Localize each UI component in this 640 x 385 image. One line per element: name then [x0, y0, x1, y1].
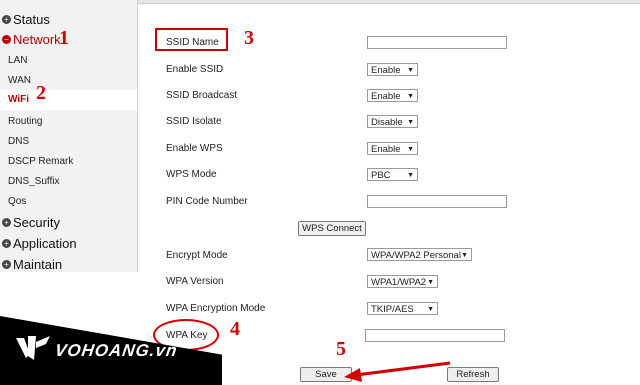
- sidebar-group-label: Application: [13, 235, 77, 251]
- expand-icon: +: [2, 259, 11, 269]
- refresh-button[interactable]: Refresh: [447, 367, 499, 382]
- annotation-3: 3: [244, 27, 254, 49]
- wpa-encryption-select[interactable]: TKIP/AES ▼: [367, 302, 438, 315]
- sidebar-group-security[interactable]: + Security: [2, 212, 60, 232]
- top-frame-strip: [137, 0, 640, 4]
- logo-mark-icon: [16, 336, 50, 360]
- pin-code-input[interactable]: [367, 195, 507, 208]
- sidebar: + Status − Network LAN WAN WiFi Routing …: [0, 0, 138, 272]
- dropdown-arrow-icon: ▼: [407, 172, 414, 179]
- expand-icon: +: [2, 14, 11, 24]
- encrypt-mode-label: Encrypt Mode: [166, 250, 228, 261]
- dropdown-arrow-icon: ▼: [407, 67, 414, 74]
- ssid-broadcast-select[interactable]: Enable ▼: [367, 89, 418, 102]
- select-value: TKIP/AES: [371, 304, 414, 315]
- sidebar-group-label: Security: [13, 214, 60, 230]
- sidebar-item-wan[interactable]: WAN: [8, 75, 31, 86]
- sidebar-item-routing[interactable]: Routing: [8, 116, 42, 127]
- wps-mode-label: WPS Mode: [166, 169, 217, 180]
- dropdown-arrow-icon: ▼: [427, 306, 434, 313]
- ssid-isolate-select[interactable]: Disable ▼: [367, 115, 418, 128]
- dropdown-arrow-icon: ▼: [427, 279, 434, 286]
- logo-text: VOHOANG.vn: [53, 341, 179, 360]
- enable-ssid-select[interactable]: Enable ▼: [367, 63, 418, 76]
- wpa-key-input[interactable]: [365, 329, 505, 342]
- sidebar-group-network[interactable]: − Network: [2, 29, 61, 49]
- sidebar-item-lan[interactable]: LAN: [8, 55, 27, 66]
- select-value: WPA/WPA2 Personal: [371, 250, 461, 261]
- sidebar-item-dscp-remark[interactable]: DSCP Remark: [8, 156, 73, 167]
- select-value: WPA1/WPA2: [371, 277, 427, 288]
- sidebar-group-status[interactable]: + Status: [2, 9, 50, 29]
- sidebar-group-label: Network: [13, 31, 61, 47]
- sidebar-group-label: Status: [13, 11, 50, 27]
- select-value: Enable: [371, 144, 401, 155]
- enable-ssid-label: Enable SSID: [166, 64, 224, 75]
- sidebar-item-wifi[interactable]: WiFi: [0, 90, 137, 110]
- wps-mode-select[interactable]: PBC ▼: [367, 168, 418, 181]
- dropdown-arrow-icon: ▼: [407, 119, 414, 126]
- dropdown-arrow-icon: ▼: [407, 146, 414, 153]
- expand-icon: +: [2, 217, 11, 227]
- annotation-2: 2: [36, 82, 46, 104]
- annotation-1: 1: [59, 27, 69, 49]
- ssid-broadcast-label: SSID Broadcast: [166, 90, 238, 101]
- select-value: Enable: [371, 91, 401, 102]
- ssid-isolate-label: SSID Isolate: [166, 116, 222, 127]
- enable-wps-select[interactable]: Enable ▼: [367, 142, 418, 155]
- ssid-name-input[interactable]: [367, 36, 507, 49]
- collapse-icon: −: [2, 34, 11, 44]
- wpa-key-label: WPA Key: [166, 330, 208, 341]
- wps-connect-button[interactable]: WPS Connect: [298, 221, 366, 236]
- enable-wps-label: Enable WPS: [166, 143, 223, 154]
- select-value: PBC: [371, 170, 391, 181]
- sidebar-group-application[interactable]: + Application: [2, 233, 77, 253]
- pointer-arrow-icon: [344, 361, 451, 382]
- select-value: Disable: [371, 117, 403, 128]
- expand-icon: +: [2, 238, 11, 248]
- select-value: Enable: [371, 65, 401, 76]
- wpa-version-label: WPA Version: [166, 276, 224, 287]
- annotation-4: 4: [230, 318, 240, 340]
- sidebar-item-dns[interactable]: DNS: [8, 136, 29, 147]
- sidebar-group-label: Maintain: [13, 256, 63, 272]
- wpa-version-select[interactable]: WPA1/WPA2 ▼: [367, 275, 438, 288]
- pin-code-label: PIN Code Number: [166, 196, 248, 207]
- encrypt-mode-select[interactable]: WPA/WPA2 Personal ▼: [367, 248, 472, 261]
- sidebar-group-maintain[interactable]: + Maintain: [2, 254, 62, 274]
- dropdown-arrow-icon: ▼: [407, 93, 414, 100]
- sidebar-item-dns-suffix[interactable]: DNS_Suffix: [8, 176, 60, 187]
- sidebar-item-qos[interactable]: Qos: [8, 196, 26, 207]
- dropdown-arrow-icon: ▼: [461, 252, 468, 259]
- ssid-name-label: SSID Name: [166, 37, 219, 48]
- wpa-encryption-label: WPA Encryption Mode: [166, 303, 266, 314]
